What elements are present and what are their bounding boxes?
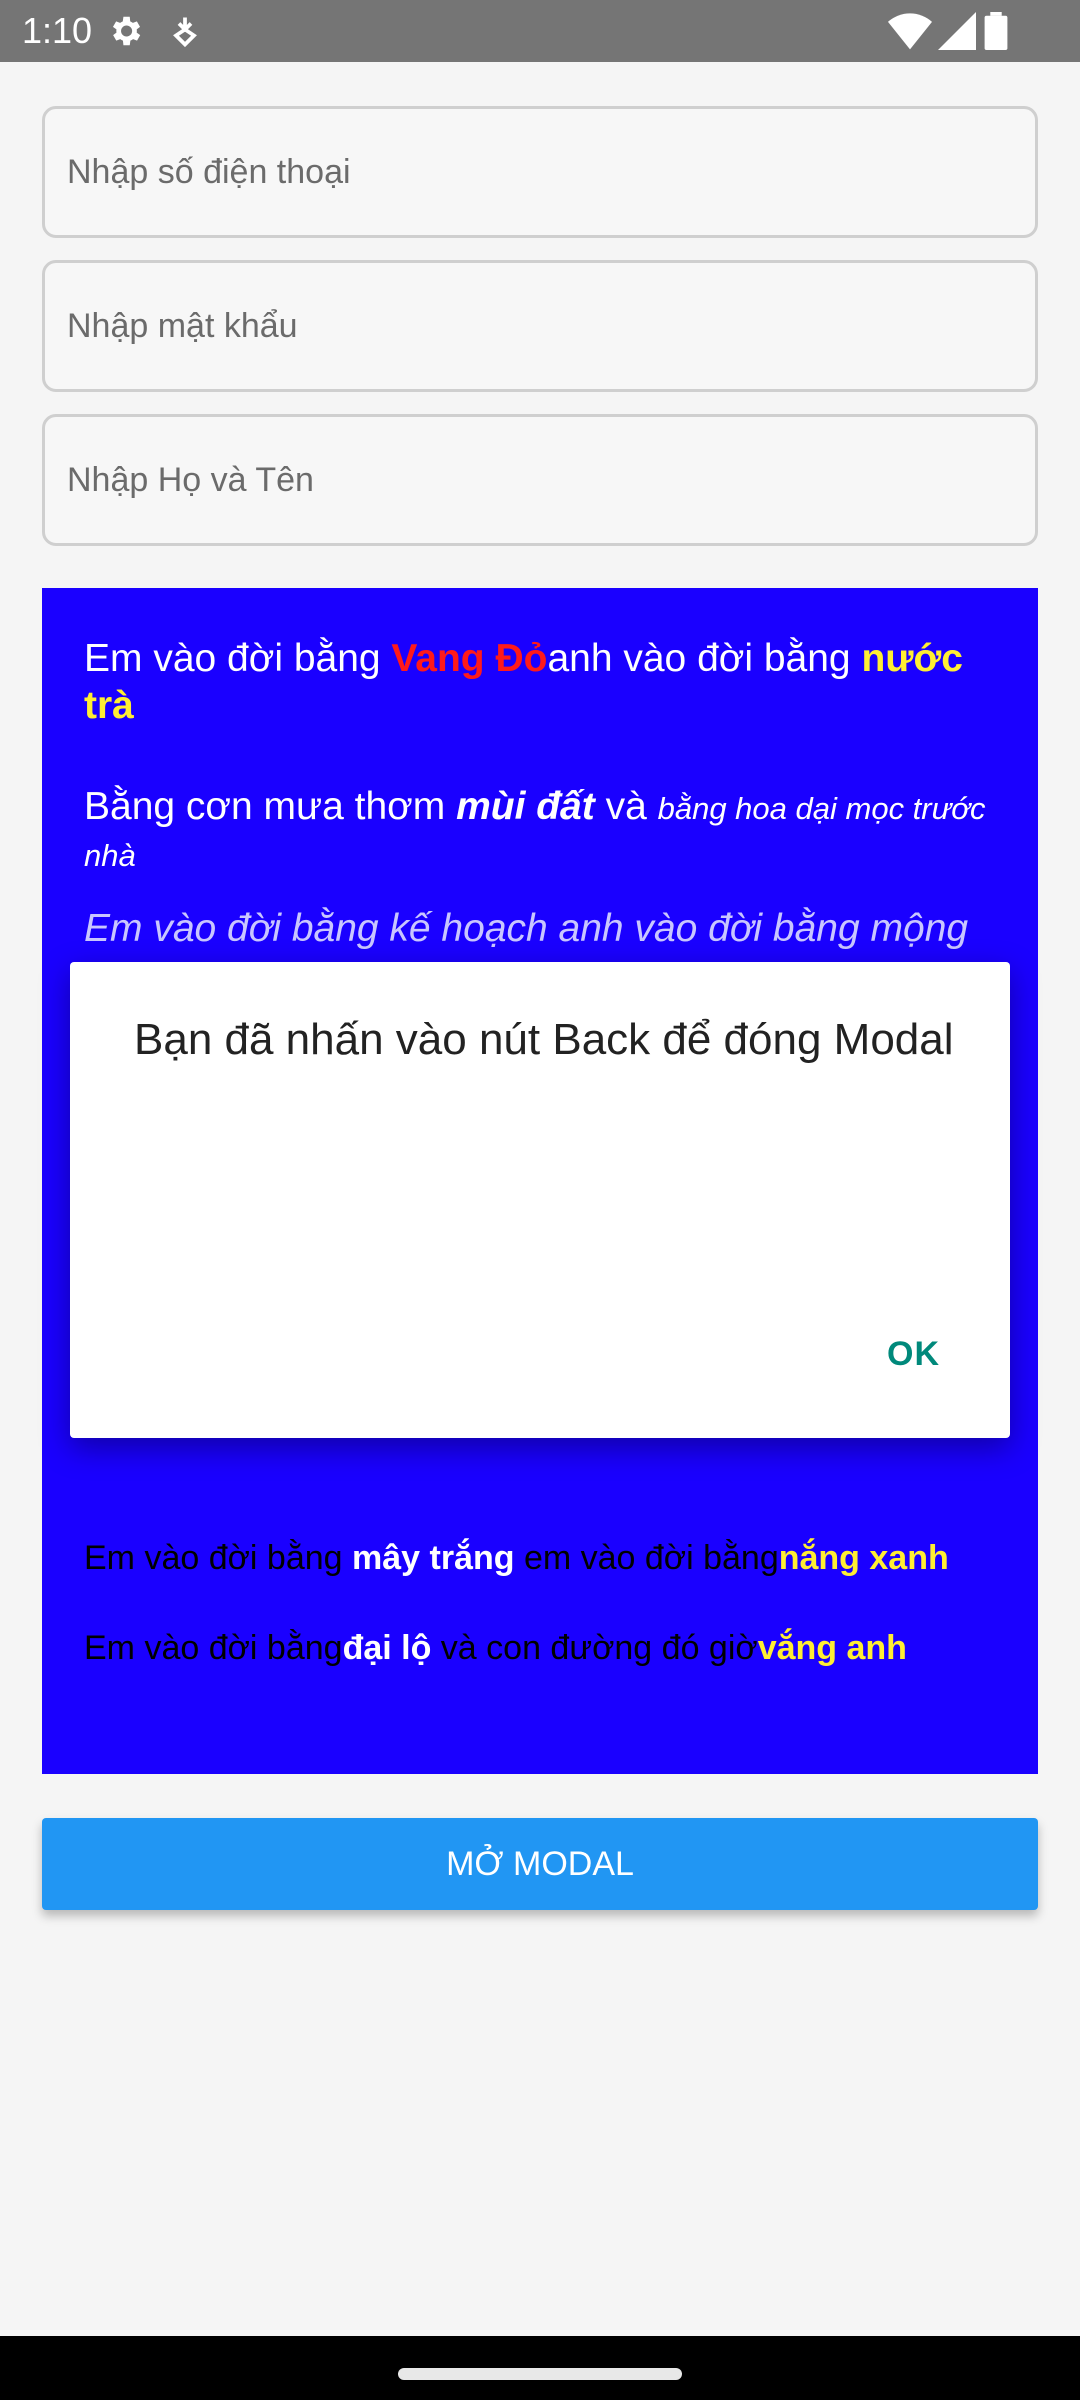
poem-text: và con đường đó giờ <box>431 1629 758 1667</box>
home-gesture-handle[interactable] <box>398 2368 682 2380</box>
poem-line-3: Em vào đời bằng kế hoạch anh vào đời bằn… <box>84 907 969 950</box>
poem-text: Em vào đời bằng <box>84 1539 352 1577</box>
password-input[interactable] <box>65 305 1035 347</box>
poem-highlight-white: mây trắng <box>352 1539 515 1577</box>
navigation-bar <box>0 2336 1080 2400</box>
poem-text: Em vào đời bằng <box>84 637 392 680</box>
open-modal-button[interactable]: MỞ MODAL <box>42 1818 1038 1910</box>
data-saver-icon <box>170 12 200 55</box>
poem-line-4: Em vào đời bằng mây trắng em vào đời bằn… <box>84 1538 1014 1579</box>
phone-field[interactable] <box>42 106 1038 238</box>
fullname-field[interactable] <box>42 414 1038 546</box>
status-bar: 1:10 <box>0 0 1080 62</box>
poem-text: và <box>594 785 658 828</box>
dialog-message: Bạn đã nhấn vào nút Back để đóng Modal <box>134 1015 954 1064</box>
poem-text: anh vào đời bằng <box>547 637 862 680</box>
poem-highlight-yellow: nắng xanh <box>778 1539 949 1577</box>
wifi-icon <box>888 12 932 55</box>
poem-line-5: Em vào đời bằngđại lộ và con đường đó gi… <box>84 1628 1014 1669</box>
fullname-input[interactable] <box>65 459 1035 501</box>
alert-dialog: Bạn đã nhấn vào nút Back để đóng Modal O… <box>70 962 1010 1438</box>
signal-icon <box>938 12 976 55</box>
poem-line-2: Bằng cơn mưa thơm mùi đất và bằng hoa dạ… <box>84 784 1014 878</box>
poem-text: Em vào đời bằng <box>84 1629 343 1667</box>
poem-text: Bằng cơn mưa thơm <box>84 785 457 828</box>
poem-highlight-red: Vang Đỏ <box>391 637 548 680</box>
poem-highlight-white: đại lộ <box>342 1629 432 1667</box>
status-time: 1:10 <box>22 10 93 51</box>
gear-icon <box>106 12 144 55</box>
poem-text: em vào đời bằng <box>514 1539 779 1577</box>
poem-highlight-yellow: vắng anh <box>757 1629 907 1667</box>
ok-button[interactable]: OK <box>881 1334 946 1375</box>
phone-input[interactable] <box>65 151 1035 193</box>
battery-icon <box>984 12 1008 55</box>
password-field[interactable] <box>42 260 1038 392</box>
poem-bold-italic: mùi đất <box>456 785 595 828</box>
poem-line-1: Em vào đời bằng Vang Đỏanh vào đời bằng … <box>84 636 1014 730</box>
